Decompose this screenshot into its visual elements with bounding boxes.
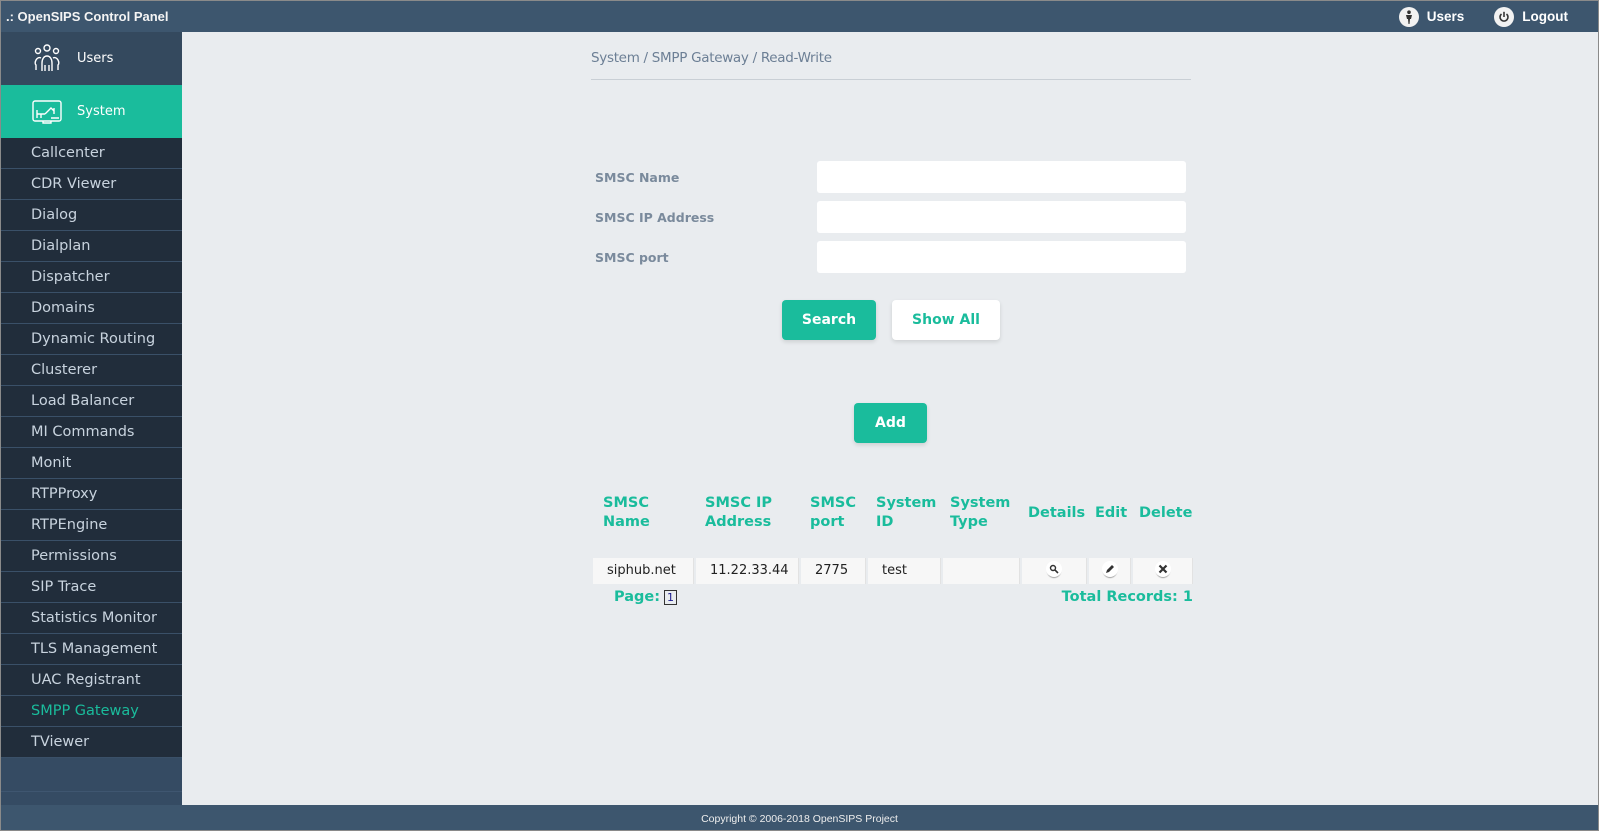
- top-users-link[interactable]: Users: [1398, 6, 1465, 27]
- cell-smsc-port: 2775: [801, 558, 866, 584]
- sidebar-section-system-label: System: [77, 104, 126, 119]
- col-header-smsc-port: SMSC port: [810, 495, 856, 530]
- sidebar-item-dispatcher[interactable]: Dispatcher: [1, 262, 182, 293]
- sidebar: Users System Callcenter CDR Viewer Dialo…: [1, 32, 182, 806]
- col-header-smsc-name: SMSC Name: [603, 495, 650, 530]
- app-window: .: OpenSIPS Control Panel Users Logout U…: [0, 0, 1599, 831]
- cell-system-id: test: [868, 558, 941, 584]
- sidebar-item-domains[interactable]: Domains: [1, 293, 182, 324]
- magnifier-icon: [1046, 561, 1062, 577]
- copyright-text: Copyright © 2006-2018 OpenSIPS Project: [701, 813, 898, 825]
- page-label: Page:: [614, 589, 661, 605]
- smsc-port-label: SMSC port: [595, 250, 669, 265]
- smsc-ip-row: SMSC IP Address: [591, 201, 1191, 233]
- logout-link[interactable]: Logout: [1494, 6, 1568, 27]
- app-title: .: OpenSIPS Control Panel: [6, 9, 169, 24]
- person-icon: [1398, 6, 1419, 27]
- sidebar-item-uac-registrant[interactable]: UAC Registrant: [1, 665, 182, 696]
- smsc-ip-label: SMSC IP Address: [595, 210, 715, 225]
- sidebar-item-sip-trace[interactable]: SIP Trace: [1, 572, 182, 603]
- footer: Copyright © 2006-2018 OpenSIPS Project: [1, 805, 1598, 830]
- sidebar-item-rtpproxy[interactable]: RTPProxy: [1, 479, 182, 510]
- smsc-ip-input[interactable]: [817, 201, 1186, 233]
- col-header-system-type: System Type: [950, 495, 1011, 530]
- delete-button[interactable]: [1133, 558, 1193, 584]
- sidebar-item-monit[interactable]: Monit: [1, 448, 182, 479]
- power-icon: [1494, 6, 1515, 27]
- details-button[interactable]: [1022, 558, 1087, 584]
- sidebar-section-users[interactable]: Users: [1, 32, 182, 85]
- sidebar-item-dialplan[interactable]: Dialplan: [1, 231, 182, 262]
- sidebar-item-tviewer[interactable]: TViewer: [1, 727, 182, 758]
- col-header-edit: Edit: [1095, 505, 1128, 521]
- sidebar-item-load-balancer[interactable]: Load Balancer: [1, 386, 182, 417]
- cell-smsc-ip: 11.22.33.44: [696, 558, 799, 584]
- add-button[interactable]: Add: [854, 403, 927, 443]
- smsc-name-label: SMSC Name: [595, 170, 680, 185]
- cell-system-type: [943, 558, 1020, 584]
- sidebar-item-smpp-gateway[interactable]: SMPP Gateway: [1, 696, 182, 727]
- sidebar-spacer: [1, 758, 182, 792]
- pagination: Page: 1: [614, 589, 678, 605]
- sidebar-item-rtpengine[interactable]: RTPEngine: [1, 510, 182, 541]
- cell-smsc-name: siphub.net: [593, 558, 694, 584]
- main-content: System / SMPP Gateway / Read-Write SMSC …: [182, 32, 1598, 806]
- col-header-details: Details: [1028, 505, 1086, 521]
- smsc-name-input[interactable]: [817, 161, 1186, 193]
- delete-x-icon: [1154, 561, 1171, 577]
- sidebar-item-dynamic-routing[interactable]: Dynamic Routing: [1, 324, 182, 355]
- page-number-link[interactable]: 1: [664, 589, 678, 605]
- sidebar-section-users-label: Users: [77, 51, 114, 66]
- col-header-smsc-ip: SMSC IP Address: [705, 495, 773, 530]
- total-records: Total Records: 1: [1061, 589, 1193, 605]
- col-header-system-id: System ID: [876, 495, 937, 530]
- sidebar-item-mi-commands[interactable]: MI Commands: [1, 417, 182, 448]
- search-button[interactable]: Search: [782, 300, 876, 340]
- breadcrumb-divider: [591, 79, 1191, 80]
- sidebar-item-clusterer[interactable]: Clusterer: [1, 355, 182, 386]
- sidebar-item-tls-management[interactable]: TLS Management: [1, 634, 182, 665]
- breadcrumb: System / SMPP Gateway / Read-Write: [591, 50, 832, 66]
- logout-label: Logout: [1522, 9, 1568, 24]
- col-header-delete: Delete: [1139, 505, 1193, 521]
- smsc-port-input[interactable]: [817, 241, 1186, 273]
- smsc-name-row: SMSC Name: [591, 161, 1191, 193]
- sidebar-section-system[interactable]: System: [1, 85, 182, 138]
- show-all-button[interactable]: Show All: [892, 300, 1000, 340]
- smsc-port-row: SMSC port: [591, 241, 1191, 273]
- sidebar-item-cdr-viewer[interactable]: CDR Viewer: [1, 169, 182, 200]
- top-bar: .: OpenSIPS Control Panel Users Logout: [1, 1, 1598, 32]
- edit-button[interactable]: [1089, 558, 1131, 584]
- pencil-icon: [1101, 561, 1118, 577]
- sidebar-item-dialog[interactable]: Dialog: [1, 200, 182, 231]
- sidebar-item-permissions[interactable]: Permissions: [1, 541, 182, 572]
- sidebar-item-statistics-monitor[interactable]: Statistics Monitor: [1, 603, 182, 634]
- sidebar-item-callcenter[interactable]: Callcenter: [1, 138, 182, 169]
- sidebar-submenu: Callcenter CDR Viewer Dialog Dialplan Di…: [1, 138, 182, 758]
- users-group-icon: [34, 43, 60, 71]
- top-users-label: Users: [1426, 9, 1465, 24]
- system-monitor-icon: [32, 99, 62, 124]
